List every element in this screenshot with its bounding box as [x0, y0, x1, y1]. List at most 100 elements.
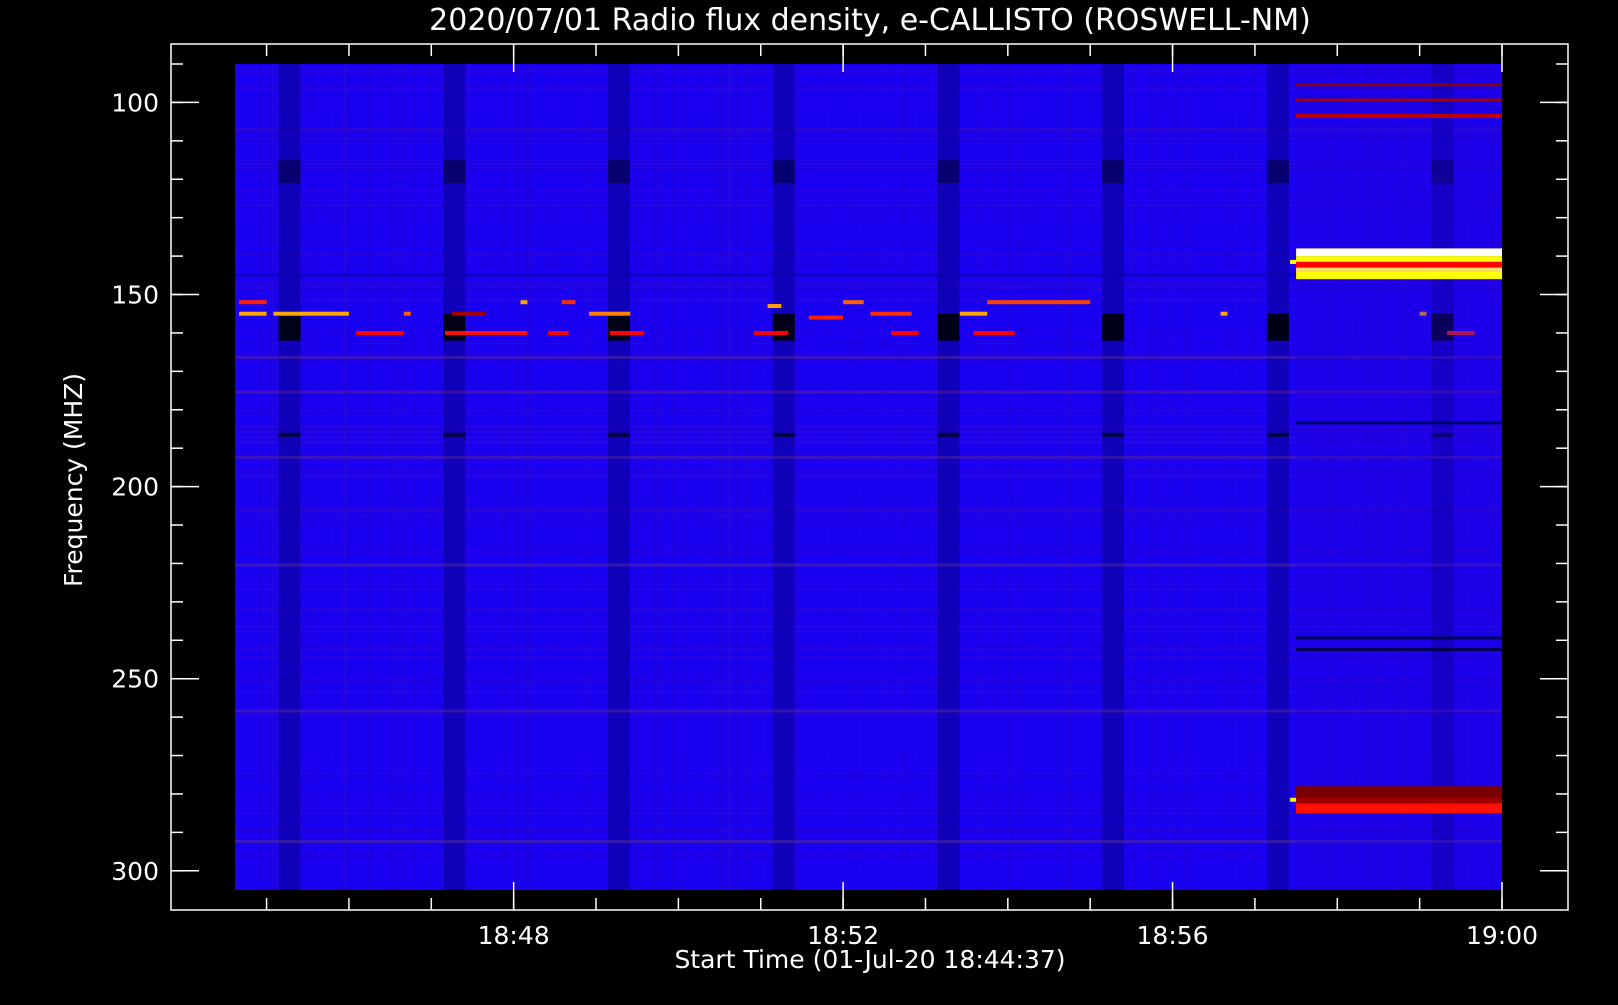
noise-column — [1133, 64, 1135, 890]
noise-column — [730, 64, 733, 890]
noise-column — [1008, 64, 1010, 890]
noise-column — [585, 64, 587, 890]
noise-column — [517, 64, 520, 890]
noise-column — [588, 64, 590, 890]
dark-gap-block — [937, 160, 960, 184]
noise-column — [657, 64, 659, 890]
noise-column — [552, 64, 554, 890]
late-band — [1296, 803, 1502, 814]
noise-column — [1092, 64, 1094, 890]
y-axis-label: Frequency (MHZ) — [59, 373, 88, 587]
noise-column — [1152, 64, 1154, 890]
noise-column — [744, 64, 746, 890]
noise-column — [1068, 64, 1070, 890]
noise-column — [871, 64, 873, 890]
dark-gap-block — [278, 313, 301, 341]
dark-gap-block — [1266, 160, 1289, 184]
y-tick-label: 150 — [111, 281, 159, 310]
dark-gap-block — [772, 160, 795, 184]
noise-column — [367, 64, 370, 890]
noise-column — [702, 64, 704, 890]
spectrogram-chart: 2020/07/01 Radio flux density, e-CALLIST… — [0, 0, 1618, 1000]
noise-column — [529, 64, 532, 890]
interference-burst — [239, 300, 267, 305]
noise-column — [344, 64, 346, 890]
late-band — [1296, 98, 1502, 102]
late-region — [1296, 64, 1502, 890]
interference-burst — [451, 311, 487, 316]
dark-gap-column — [443, 64, 466, 890]
interference-burst — [273, 311, 349, 316]
chart-title: 2020/07/01 Radio flux density, e-CALLIST… — [429, 3, 1311, 38]
noise-column — [300, 64, 302, 890]
noise-column — [396, 64, 398, 890]
dark-gap-block — [443, 313, 466, 341]
noise-column — [1019, 64, 1021, 890]
interference-burst — [547, 330, 569, 335]
noise-column — [262, 64, 264, 890]
noise-column — [269, 64, 272, 890]
noise-column — [1226, 64, 1228, 890]
chart-svg: 2020/07/01 Radio flux density, e-CALLIST… — [0, 0, 1618, 1000]
interference-burst — [808, 315, 844, 320]
dark-gap-block — [278, 160, 301, 184]
noise-column — [763, 64, 765, 890]
noise-column — [757, 64, 759, 890]
x-tick-label: 18:56 — [1137, 921, 1209, 950]
noise-column — [311, 64, 313, 890]
noise-column — [915, 64, 917, 890]
noise-column — [735, 64, 738, 890]
dark-gap-block — [1102, 160, 1125, 184]
late-band — [1296, 83, 1502, 87]
noise-column — [849, 64, 851, 890]
y-tick-label: 300 — [111, 857, 159, 886]
noise-column — [345, 64, 347, 890]
dark-gap-column — [1102, 64, 1125, 890]
interference-burst — [355, 330, 404, 335]
noise-column — [404, 64, 407, 890]
dark-gap-block — [443, 160, 466, 184]
onset-marker — [1290, 797, 1297, 802]
noise-column — [1131, 64, 1133, 890]
noise-column — [672, 64, 674, 890]
interference-burst — [891, 330, 919, 335]
noise-column — [681, 64, 684, 890]
noise-column — [330, 64, 332, 890]
onset-marker — [1290, 259, 1297, 264]
noise-column — [501, 64, 503, 890]
interference-burst — [589, 311, 631, 316]
interference-burst — [753, 330, 789, 335]
dark-gap-block — [1102, 432, 1125, 437]
late-band — [1296, 797, 1502, 804]
interference-burst — [403, 311, 411, 316]
noise-column — [414, 64, 416, 890]
noise-column — [468, 64, 470, 890]
dark-gap-block — [278, 432, 301, 437]
interference-burst — [1220, 311, 1228, 316]
dark-gap-block — [772, 313, 795, 341]
dark-gap-column — [607, 64, 630, 890]
y-tick-label: 250 — [111, 665, 159, 694]
dark-gap-block — [937, 432, 960, 437]
late-strong-band — [1296, 271, 1502, 280]
x-axis-label: Start Time (01-Jul-20 18:44:37) — [674, 945, 1065, 974]
noise-column — [1061, 64, 1063, 890]
noise-column — [526, 64, 528, 890]
interference-burst — [870, 311, 912, 316]
noise-column — [275, 64, 277, 890]
noise-column — [813, 64, 815, 890]
noise-column — [271, 64, 273, 890]
noise-column — [1251, 64, 1254, 890]
noise-column — [1236, 64, 1238, 890]
noise-column — [402, 64, 404, 890]
noise-column — [633, 64, 636, 890]
noise-column — [391, 64, 394, 890]
noise-column — [713, 64, 715, 890]
interference-burst — [561, 300, 576, 305]
noise-column — [1190, 64, 1192, 890]
noise-column — [653, 64, 656, 890]
noise-column — [671, 64, 673, 890]
late-strong-band — [1296, 248, 1502, 257]
noise-column — [886, 64, 888, 890]
dark-gap-block — [443, 432, 466, 437]
